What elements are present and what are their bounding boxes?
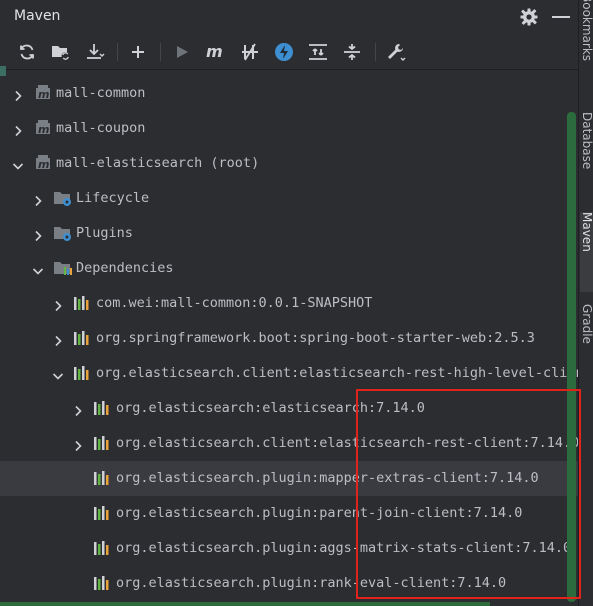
tree-row-lifecycle[interactable]: Lifecycle bbox=[0, 181, 578, 216]
settings-wrench-icon[interactable] bbox=[386, 41, 408, 63]
library-icon bbox=[93, 539, 111, 557]
chevron-right-icon[interactable] bbox=[32, 192, 44, 207]
tree-row-mall-elasticsearch-root[interactable]: m mall-elasticsearch (root) bbox=[0, 146, 578, 181]
tab-maven[interactable]: Maven bbox=[580, 212, 593, 292]
chevron-down-icon[interactable] bbox=[12, 157, 24, 170]
tree-row-dependencies[interactable]: Dependencies bbox=[0, 251, 578, 286]
maven-module-icon: m bbox=[34, 119, 52, 137]
chevron-down-icon[interactable] bbox=[32, 262, 44, 275]
minimize-icon[interactable] bbox=[552, 16, 570, 18]
lifecycle-folder-icon bbox=[53, 189, 71, 207]
chevron-right-icon[interactable] bbox=[52, 332, 64, 347]
execute-goal-icon[interactable]: m bbox=[205, 41, 227, 63]
toolbar-separator bbox=[117, 43, 118, 61]
chevron-down-icon[interactable] bbox=[52, 367, 64, 380]
plus-icon[interactable] bbox=[127, 41, 149, 63]
toolbar-separator bbox=[160, 43, 161, 61]
library-icon bbox=[93, 434, 111, 452]
svg-text:m: m bbox=[38, 123, 49, 136]
run-icon[interactable] bbox=[171, 41, 193, 63]
tree-row-label: org.elasticsearch.client:elasticsearch-r… bbox=[96, 365, 578, 381]
chevron-right-icon[interactable] bbox=[12, 122, 24, 137]
tree-row-plugins[interactable]: Plugins bbox=[0, 216, 578, 251]
tree-row-label: Plugins bbox=[76, 225, 133, 241]
toggle-offline-icon[interactable] bbox=[239, 41, 261, 63]
maven-toolbar: m bbox=[0, 34, 578, 70]
plugins-folder-icon bbox=[53, 224, 71, 242]
tab-bookmarks[interactable]: Bookmarks bbox=[580, 0, 593, 61]
tab-database[interactable]: Database bbox=[580, 112, 593, 169]
tree-row-mall-common[interactable]: m mall-common bbox=[0, 76, 578, 111]
svg-text:m: m bbox=[38, 158, 49, 171]
download-icon[interactable] bbox=[84, 41, 106, 63]
tree-row-label: com.wei:mall-common:0.0.1-SNAPSHOT bbox=[96, 295, 373, 311]
collapse-all-icon[interactable] bbox=[341, 41, 363, 63]
tree-row-label: mall-coupon bbox=[56, 120, 146, 136]
tool-window-header: Maven bbox=[0, 0, 578, 34]
tool-window-title: Maven bbox=[14, 8, 61, 24]
library-icon bbox=[93, 469, 111, 487]
skip-tests-icon[interactable] bbox=[273, 41, 295, 63]
tree-row-mall-coupon[interactable]: m mall-coupon bbox=[0, 111, 578, 146]
tree-row-dependency[interactable]: org.elasticsearch.client:elasticsearch-r… bbox=[0, 356, 578, 391]
tab-gradle[interactable]: Gradle bbox=[580, 304, 593, 344]
reload-icon[interactable] bbox=[16, 41, 38, 63]
maven-module-icon: m bbox=[34, 154, 52, 172]
horizontal-scrollbar[interactable] bbox=[0, 602, 490, 606]
maven-module-icon: m bbox=[34, 84, 52, 102]
library-icon bbox=[73, 364, 91, 382]
annotation-highlight-box bbox=[356, 389, 581, 599]
library-icon bbox=[93, 574, 111, 592]
chevron-right-icon[interactable] bbox=[32, 227, 44, 242]
svg-text:m: m bbox=[206, 44, 223, 60]
tree-row-dependency[interactable]: org.springframework.boot:spring-boot-sta… bbox=[0, 321, 578, 356]
library-icon bbox=[93, 399, 111, 417]
tree-row-label: org.springframework.boot:spring-boot-sta… bbox=[96, 330, 535, 346]
chevron-right-icon[interactable] bbox=[72, 437, 84, 452]
chevron-right-icon[interactable] bbox=[12, 87, 24, 102]
library-icon bbox=[73, 294, 91, 312]
tree-row-label: Lifecycle bbox=[76, 190, 150, 206]
library-icon bbox=[73, 329, 91, 347]
gear-icon[interactable] bbox=[519, 7, 539, 27]
svg-text:m: m bbox=[38, 88, 49, 101]
tree-row-label: Dependencies bbox=[76, 260, 174, 276]
tree-row-label: mall-elasticsearch (root) bbox=[56, 155, 260, 171]
show-dependencies-icon[interactable] bbox=[307, 41, 329, 63]
add-project-icon[interactable] bbox=[50, 41, 72, 63]
library-icon bbox=[93, 504, 111, 522]
chevron-right-icon[interactable] bbox=[72, 402, 84, 417]
tree-row-dependency[interactable]: com.wei:mall-common:0.0.1-SNAPSHOT bbox=[0, 286, 578, 321]
tree-row-label: mall-common bbox=[56, 85, 146, 101]
toolbar-separator bbox=[375, 43, 376, 61]
dependencies-folder-icon bbox=[53, 259, 72, 277]
chevron-right-icon[interactable] bbox=[52, 297, 64, 312]
